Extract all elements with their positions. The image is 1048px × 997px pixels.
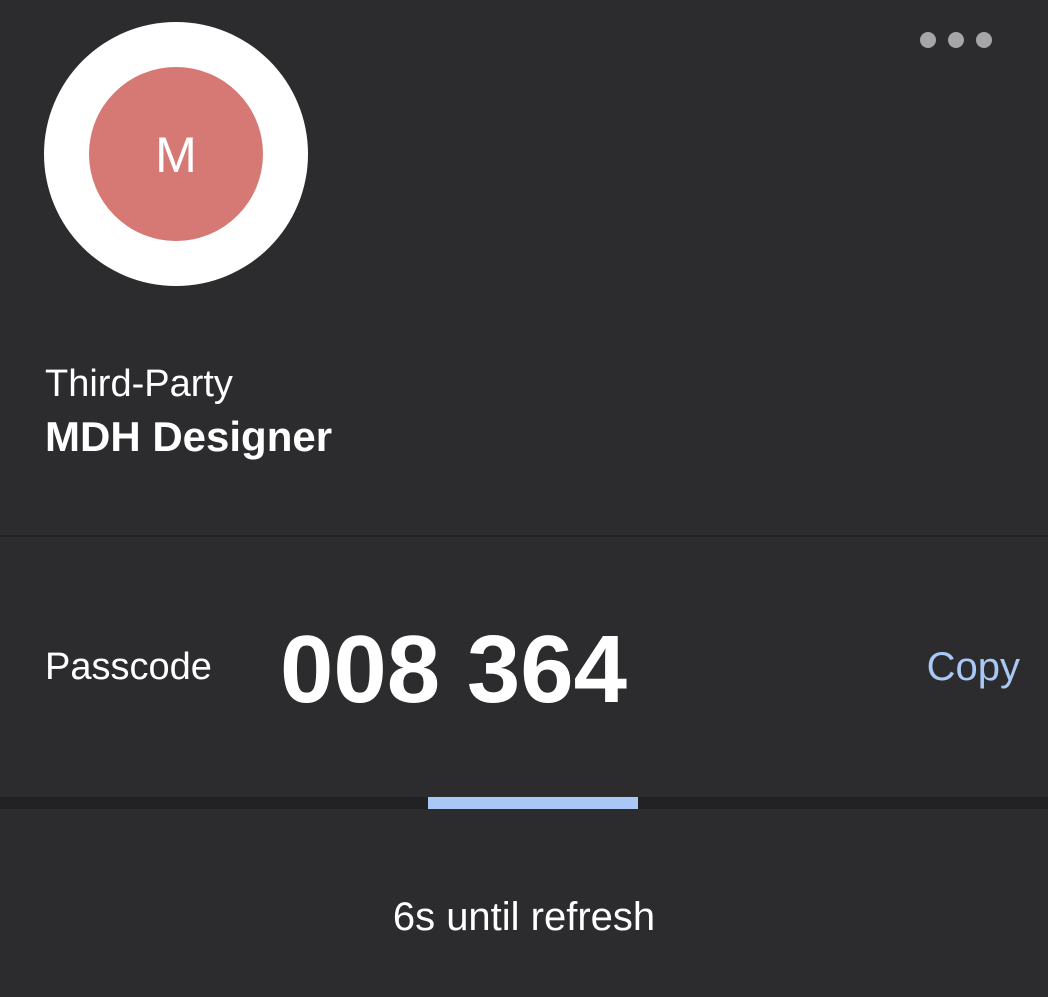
refresh-progress-fill: [428, 797, 638, 809]
refresh-progress-bar: [0, 797, 1048, 809]
passcode-value: 008 364: [280, 616, 628, 723]
copy-button[interactable]: Copy: [927, 643, 1020, 691]
avatar-letter: M: [155, 127, 197, 183]
section-divider: [0, 535, 1048, 537]
avatar-ring: M: [44, 22, 308, 286]
more-dot-icon: [920, 32, 936, 48]
more-dot-icon: [976, 32, 992, 48]
avatar: M: [89, 67, 263, 241]
account-issuer: Third-Party: [45, 363, 233, 405]
refresh-countdown: 6s until refresh: [392, 895, 656, 939]
account-name: MDH Designer: [45, 413, 333, 460]
more-dot-icon: [948, 32, 964, 48]
passcode-label: Passcode: [45, 646, 212, 688]
more-options-button[interactable]: [912, 26, 1000, 54]
